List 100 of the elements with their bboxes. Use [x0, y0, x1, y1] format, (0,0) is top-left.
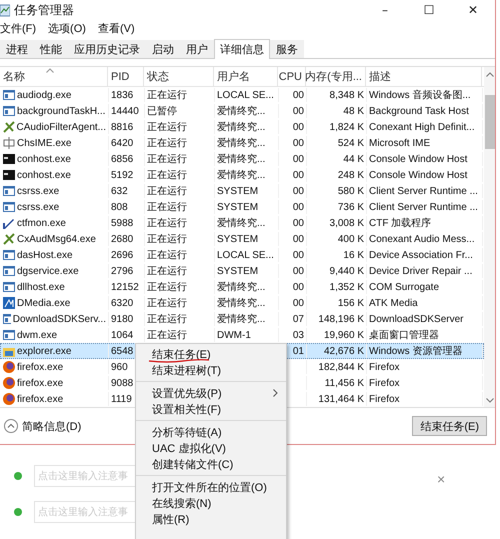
- table-cell: firefox.exe: [17, 394, 64, 404]
- table-cell: dllhost.exe: [17, 282, 65, 292]
- table-cell-text: 正在运行: [147, 200, 187, 214]
- table-cell: SYSTEM: [217, 234, 258, 244]
- table-cell: 00: [292, 186, 304, 196]
- table-cell-text: 正在运行: [147, 136, 187, 150]
- table-cell: 00: [292, 266, 304, 276]
- table-cell: explorer.exe: [17, 346, 72, 356]
- table-cell: 42,676 K: [324, 346, 364, 356]
- table-cell: firefox.exe: [17, 378, 64, 388]
- table-cell: 2680: [111, 234, 134, 244]
- table-cell: Device Driver Repair ...: [369, 266, 472, 276]
- table-cell: Device Association Fr...: [369, 250, 473, 260]
- table-cell: 8,348 K: [330, 90, 364, 100]
- table-cell: Client Server Runtime ...: [369, 186, 478, 196]
- table-cell: 44 K: [343, 154, 364, 164]
- table-cell: Firefox: [369, 394, 400, 404]
- table-cell: 00: [292, 282, 304, 292]
- table-cell: firefox.exe: [17, 362, 64, 372]
- table-cell: 808: [111, 202, 128, 212]
- table-cell: dwm.exe: [17, 330, 58, 340]
- table-cell: Microsoft IME: [369, 138, 430, 148]
- table-cell: 8816: [111, 122, 134, 132]
- table-cell-text: 正在运行: [147, 248, 187, 262]
- table-cell: Client Server Runtime ...: [369, 202, 478, 212]
- table-cell: DownloadSDKServ...: [12, 314, 106, 324]
- table-cell: 5988: [111, 218, 134, 228]
- table-cell: 182,844 K: [318, 362, 364, 372]
- table-cell: 632: [111, 186, 128, 196]
- table-cell-text: 桌面窗口管理器: [369, 328, 439, 342]
- table-cell: 00: [292, 170, 304, 180]
- table-cell: backgroundTaskH...: [17, 106, 106, 116]
- table-cell: 16 K: [343, 250, 364, 260]
- table-cell-text: Windows 音频设备图...: [369, 88, 471, 102]
- table-cell: DownloadSDKServer: [369, 314, 464, 324]
- table-cell-text: 爱情终究...: [217, 152, 266, 166]
- table-cell: Conexant Audio Mess...: [369, 234, 475, 244]
- table-cell: ChsIME.exe: [17, 138, 72, 148]
- table-cell: 1836: [111, 90, 134, 100]
- table-cell-text: 已暂停: [147, 104, 177, 118]
- table-cell: 19,960 K: [324, 330, 364, 340]
- table-cell-text: 正在运行: [147, 216, 187, 230]
- table-cell: 00: [292, 218, 304, 228]
- table-cell: DMedia.exe: [17, 298, 70, 308]
- table-cell: 400 K: [338, 234, 364, 244]
- table-cell: COM Surrogate: [369, 282, 440, 292]
- table-cell-text: 正在运行: [147, 184, 187, 198]
- table-cell: conhost.exe: [17, 154, 71, 164]
- table-cell: ctfmon.exe: [17, 218, 66, 228]
- table-cell-text: 正在运行: [147, 328, 187, 342]
- table-cell-text: 爱情终究...: [217, 216, 266, 230]
- window-title: 任务管理器: [14, 2, 74, 18]
- table-cell: 248 K: [338, 170, 364, 180]
- table-cell: 1119: [111, 394, 132, 404]
- table-cell-text: CTF 加载程序: [369, 216, 432, 230]
- table-cell: 1,352 K: [330, 282, 364, 292]
- table-cell: CAudioFilterAgent...: [16, 122, 106, 132]
- table-cell: 01: [292, 346, 304, 356]
- table-cell: 00: [292, 154, 304, 164]
- table-cell: 1,824 K: [330, 122, 364, 132]
- table-cell-text: 正在运行: [147, 296, 187, 310]
- table-cell: 156 K: [338, 298, 364, 308]
- table-cell-text: 爱情终究...: [217, 120, 266, 134]
- table-cell-text: 正在运行: [147, 152, 187, 166]
- table-cell: 00: [292, 106, 304, 116]
- table-cell: Firefox: [369, 362, 400, 372]
- table-cell: SYSTEM: [217, 202, 258, 212]
- table-cell: 6420: [111, 138, 134, 148]
- table-cell: Background Task Host: [369, 106, 469, 116]
- table-cell: Conexant High Definit...: [369, 122, 475, 132]
- table-cell: 960: [111, 362, 128, 372]
- table-cell: csrss.exe: [17, 202, 60, 212]
- table-cell: dasHost.exe: [17, 250, 73, 260]
- table-cell: SYSTEM: [217, 186, 258, 196]
- table-cell: conhost.exe: [17, 170, 71, 180]
- table-cell: LOCAL SE...: [217, 90, 274, 100]
- table-cell-text: 正在运行: [147, 120, 187, 134]
- table-cell-text: 爱情终究...: [217, 168, 266, 182]
- table-cell: 2796: [111, 266, 134, 276]
- table-cell-text: 爱情终究...: [217, 104, 266, 118]
- table-cell: 9,440 K: [330, 266, 364, 276]
- table-cell-text: 正在运行: [147, 168, 187, 182]
- table-cell-text: 爱情终究...: [217, 312, 266, 326]
- table-cell: 00: [292, 122, 304, 132]
- table-cell: 11,456 K: [324, 378, 364, 388]
- table-cell-text: 爱情终究...: [217, 136, 266, 150]
- table-cell: SYSTEM: [217, 266, 258, 276]
- table-cell: 5192: [111, 170, 134, 180]
- table-cell: 736 K: [338, 202, 364, 212]
- table-cell: 524 K: [338, 138, 364, 148]
- table-cell: DWM-1: [217, 330, 251, 340]
- table-cell: 12152: [111, 282, 139, 292]
- table-cell-text: 爱情终究...: [217, 280, 266, 294]
- table-cell: Console Window Host: [369, 154, 468, 164]
- table-cell: CxAudMsg64.exe: [17, 234, 96, 244]
- table-cell: LOCAL SE...: [217, 250, 274, 260]
- table-cell: 6856: [111, 154, 134, 164]
- table-cell: 6548: [111, 346, 134, 356]
- table-cell-text: 正在运行: [147, 88, 187, 102]
- table-cell: 3,008 K: [330, 218, 364, 228]
